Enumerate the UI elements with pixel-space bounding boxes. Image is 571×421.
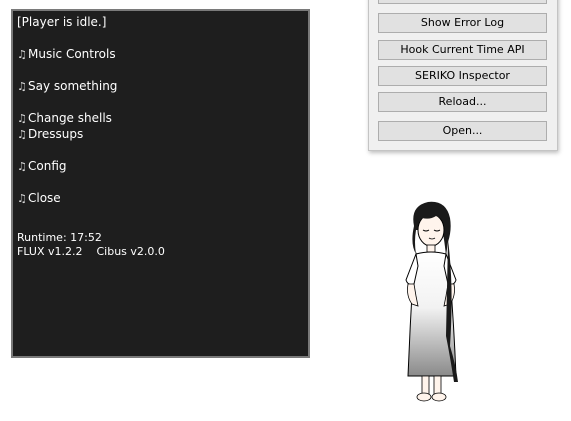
reload-button[interactable]: Reload... <box>378 92 547 112</box>
hook-current-time-api-button[interactable]: Hook Current Time API <box>378 40 547 60</box>
seriko-inspector-button[interactable]: SERIKO Inspector <box>378 66 547 86</box>
menu-item-label: Dressups <box>28 127 84 141</box>
music-note-icon: ♫ <box>17 128 27 141</box>
music-note-icon: ♫ <box>17 160 27 173</box>
menu-item-label: Config <box>28 159 67 173</box>
player-status: [Player is idle.] <box>17 15 107 29</box>
menu-item-label: Music Controls <box>28 47 116 61</box>
show-error-log-button[interactable]: Show Error Log <box>378 13 547 33</box>
developer-menu-panel: Show Error Log Hook Current Time API SER… <box>368 0 558 151</box>
music-note-icon: ♫ <box>17 112 27 125</box>
music-note-icon: ♫ <box>17 192 27 205</box>
version-text: FLUX v1.2.2 Cibus v2.0.0 <box>17 245 165 258</box>
menu-item-config[interactable]: ♫Config <box>17 158 67 175</box>
menu-item-change-shells[interactable]: ♫Change shells <box>17 110 112 127</box>
menu-button-cut-off[interactable] <box>378 0 547 4</box>
menu-item-label: Change shells <box>28 111 112 125</box>
menu-item-music-controls[interactable]: ♫Music Controls <box>17 46 116 63</box>
menu-item-label: Say something <box>28 79 118 93</box>
menu-item-label: Close <box>28 191 61 205</box>
ghost-character[interactable] <box>396 196 468 408</box>
music-note-icon: ♫ <box>17 80 27 93</box>
music-note-icon: ♫ <box>17 48 27 61</box>
menu-item-dressups[interactable]: ♫Dressups <box>17 126 83 143</box>
open-button[interactable]: Open... <box>378 121 547 141</box>
menu-item-say-something[interactable]: ♫Say something <box>17 78 117 95</box>
ghost-balloon: [Player is idle.] ♫Music Controls ♫Say s… <box>11 9 310 358</box>
menu-item-close[interactable]: ♫Close <box>17 190 61 207</box>
